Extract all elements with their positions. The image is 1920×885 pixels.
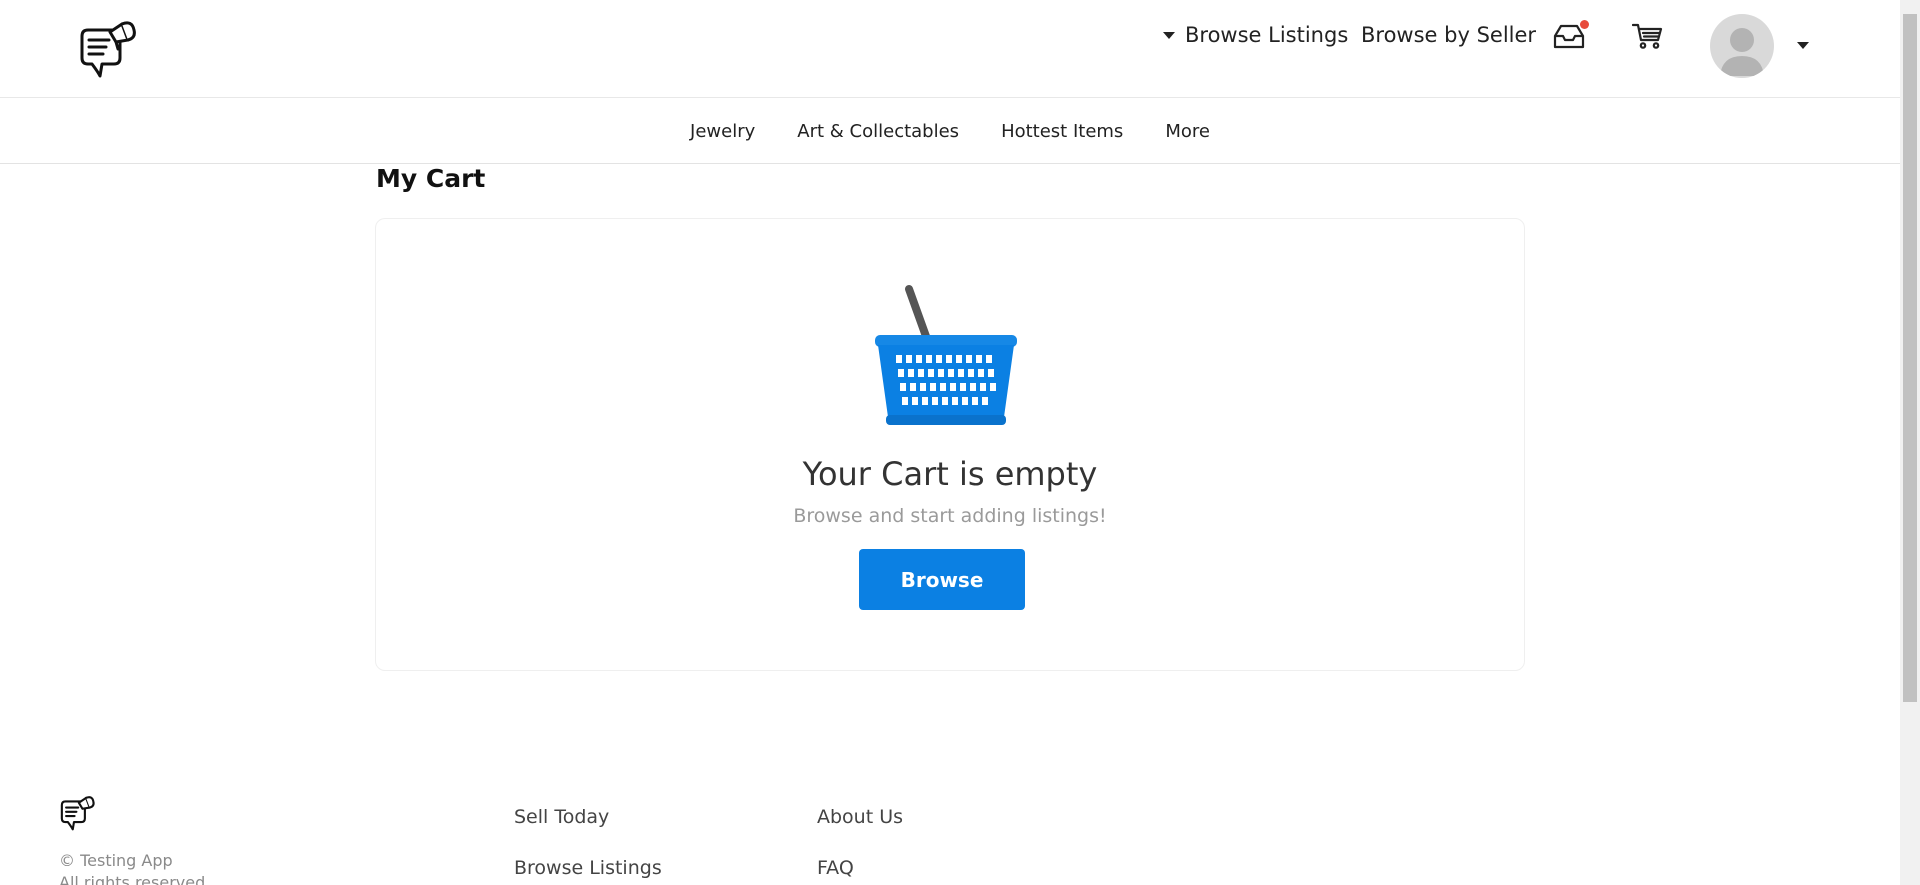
empty-cart-card: Your Cart is empty Browse and start addi… (375, 218, 1525, 671)
avatar-silhouette-icon (1720, 28, 1764, 76)
category-nav: Jewelry Art & Collectables Hottest Items… (0, 99, 1900, 164)
cart-icon[interactable] (1632, 22, 1664, 50)
user-avatar[interactable] (1710, 14, 1774, 78)
browse-listings-dropdown[interactable]: Browse Listings (1163, 20, 1348, 50)
footer-logo-icon[interactable] (58, 793, 96, 833)
footer-link-faq[interactable]: FAQ (817, 857, 854, 879)
category-art-collectables[interactable]: Art & Collectables (797, 121, 959, 142)
caret-down-icon (1163, 31, 1175, 39)
footer-copyright: © Testing App All rights reserved (59, 850, 205, 885)
category-hottest-items[interactable]: Hottest Items (1001, 121, 1123, 142)
copyright-text: © Testing App (59, 851, 173, 870)
browse-listings-label: Browse Listings (1185, 23, 1349, 47)
rights-text: All rights reserved (59, 873, 206, 885)
shopping-basket-icon (875, 285, 1017, 425)
footer-link-browse-listings[interactable]: Browse Listings (514, 857, 662, 879)
footer-link-about-us[interactable]: About Us (817, 806, 903, 828)
footer-link-sell-today[interactable]: Sell Today (514, 806, 609, 828)
top-header: Browse Listings Browse by Seller (0, 0, 1900, 98)
browse-by-seller-link[interactable]: Browse by Seller (1361, 20, 1536, 50)
category-jewelry[interactable]: Jewelry (690, 121, 755, 142)
page-title: My Cart (376, 164, 486, 193)
empty-cart-title: Your Cart is empty (802, 455, 1098, 493)
logo-chat-megaphone-icon[interactable] (76, 16, 138, 82)
browse-button[interactable]: Browse (859, 549, 1025, 610)
scrollbar-thumb[interactable] (1903, 14, 1917, 702)
category-more[interactable]: More (1165, 121, 1210, 142)
empty-cart-subtitle: Browse and start adding listings! (793, 505, 1107, 527)
account-caret-down-icon[interactable] (1797, 42, 1809, 49)
notification-dot (1580, 20, 1589, 29)
